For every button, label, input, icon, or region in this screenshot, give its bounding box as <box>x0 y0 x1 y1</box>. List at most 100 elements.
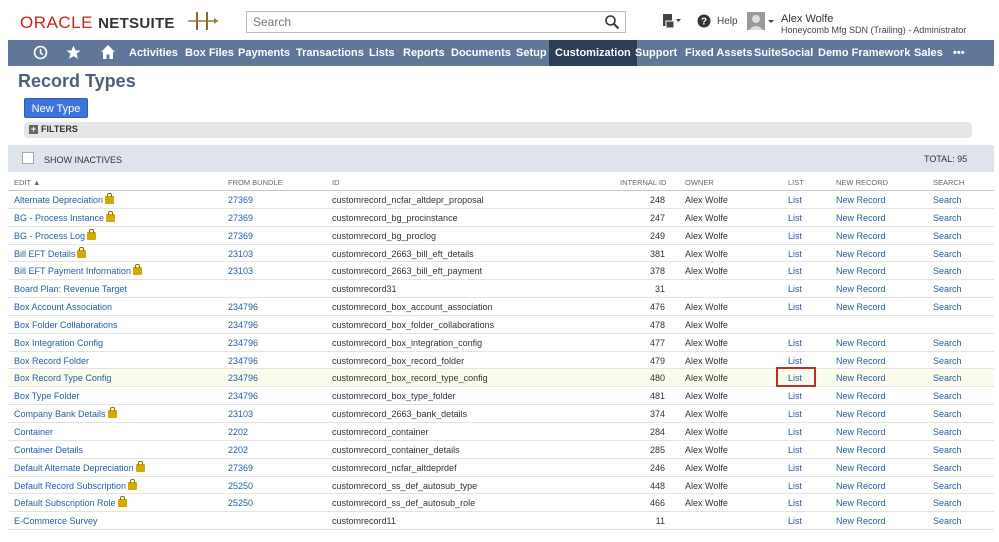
nav-customization[interactable]: Customization <box>549 40 637 66</box>
record-type-name-link[interactable]: Default Alternate Depreciation <box>14 460 145 473</box>
list-link[interactable]: List <box>788 391 802 401</box>
list-link[interactable]: List <box>788 249 802 259</box>
bundle-link[interactable]: 27369 <box>228 463 253 473</box>
bundle-link[interactable]: 27369 <box>228 213 253 223</box>
new-record-link[interactable]: New Record <box>836 266 886 276</box>
new-record-link[interactable]: New Record <box>836 356 886 366</box>
new-type-button[interactable]: New Type <box>24 98 88 118</box>
record-type-name-link[interactable]: Container Details <box>14 445 83 455</box>
list-link[interactable]: List <box>788 498 802 508</box>
nav-suitesocial[interactable]: SuiteSocial <box>754 40 813 66</box>
new-record-link[interactable]: New Record <box>836 213 886 223</box>
record-type-name-link[interactable]: Box Record Type Config <box>14 373 111 383</box>
search-link[interactable]: Search <box>933 266 962 276</box>
search-link[interactable]: Search <box>933 427 962 437</box>
shortcuts-star-icon[interactable] <box>66 45 81 60</box>
record-type-name-link[interactable]: Bill EFT Payment Information <box>14 264 142 276</box>
record-type-name-link[interactable]: E-Commerce Survey <box>14 516 98 526</box>
record-type-name-link[interactable]: Box Account Association <box>14 302 112 312</box>
new-record-link[interactable]: New Record <box>836 409 886 419</box>
record-type-name-link[interactable]: Company Bank Details <box>14 407 117 419</box>
col-id[interactable]: ID <box>332 178 340 187</box>
company-logo-icon[interactable] <box>186 10 220 32</box>
bundle-link[interactable]: 234796 <box>228 391 258 401</box>
new-record-link[interactable]: New Record <box>836 481 886 491</box>
netsuite-logo[interactable]: ORACLE NETSUITE <box>20 13 175 33</box>
bundle-link[interactable]: 234796 <box>228 302 258 312</box>
col-internal-id[interactable]: INTERNAL ID <box>620 178 666 187</box>
col-edit[interactable]: EDIT ▲ <box>14 178 40 187</box>
search-link[interactable]: Search <box>933 302 962 312</box>
nav-documents[interactable]: Documents <box>451 40 511 66</box>
list-link[interactable]: List <box>788 302 802 312</box>
recent-records-icon[interactable] <box>33 45 48 60</box>
new-record-link[interactable]: New Record <box>836 463 886 473</box>
search-link[interactable]: Search <box>933 249 962 259</box>
bundle-link[interactable]: 234796 <box>228 338 258 348</box>
search-link[interactable]: Search <box>933 445 962 455</box>
show-inactives-checkbox[interactable] <box>22 152 34 164</box>
help-link[interactable]: Help <box>717 16 738 27</box>
bundle-link[interactable]: 2202 <box>228 427 248 437</box>
nav-payments[interactable]: Payments <box>238 40 290 66</box>
new-record-link[interactable]: New Record <box>836 284 886 294</box>
new-record-link[interactable]: New Record <box>836 338 886 348</box>
search-link[interactable]: Search <box>933 498 962 508</box>
bundle-link[interactable]: 2202 <box>228 445 248 455</box>
expand-plus-icon[interactable]: + <box>29 125 38 134</box>
list-link[interactable]: List <box>788 213 802 223</box>
nav-lists[interactable]: Lists <box>369 40 395 66</box>
nav-reports[interactable]: Reports <box>403 40 445 66</box>
bundle-link[interactable]: 27369 <box>228 195 253 205</box>
record-type-name-link[interactable]: BG - Process Instance <box>14 210 116 223</box>
search-link[interactable]: Search <box>933 338 962 348</box>
search-link[interactable]: Search <box>933 284 962 294</box>
list-link[interactable]: List <box>788 409 802 419</box>
nav-more-icon[interactable]: ••• <box>953 40 965 66</box>
search-link[interactable]: Search <box>933 213 962 223</box>
search-link[interactable]: Search <box>933 409 962 419</box>
search-input[interactable] <box>247 12 587 32</box>
new-record-link[interactable]: New Record <box>836 427 886 437</box>
record-type-name-link[interactable]: Board Plan: Revenue Target <box>14 284 127 294</box>
bundle-link[interactable]: 23103 <box>228 266 253 276</box>
new-record-link[interactable]: New Record <box>836 516 886 526</box>
bundle-link[interactable]: 234796 <box>228 356 258 366</box>
list-link[interactable]: List <box>788 338 802 348</box>
new-record-link[interactable]: New Record <box>836 195 886 205</box>
user-name[interactable]: Alex Wolfe <box>781 13 833 25</box>
col-owner[interactable]: OWNER <box>685 178 714 187</box>
col-search[interactable]: SEARCH <box>933 178 964 187</box>
new-record-link[interactable]: New Record <box>836 391 886 401</box>
bundle-link[interactable]: 23103 <box>228 409 253 419</box>
record-type-name-link[interactable]: Box Type Folder <box>14 391 79 401</box>
record-type-name-link[interactable]: Alternate Depreciation <box>14 193 115 205</box>
record-type-name-link[interactable]: Container <box>14 427 53 437</box>
bundle-link[interactable]: 27369 <box>228 231 253 241</box>
col-list[interactable]: LIST <box>788 178 804 187</box>
bundle-link[interactable]: 234796 <box>228 373 258 383</box>
record-type-name-link[interactable]: Box Folder Collaborations <box>14 320 118 330</box>
record-type-name-link[interactable]: Bill EFT Details <box>14 246 87 259</box>
help-icon[interactable]: ? <box>697 14 711 28</box>
global-search[interactable] <box>246 11 626 33</box>
nav-activities[interactable]: Activities <box>129 40 178 66</box>
bundle-link[interactable]: 234796 <box>228 320 258 330</box>
record-type-name-link[interactable]: Box Integration Config <box>14 338 103 348</box>
search-link[interactable]: Search <box>933 231 962 241</box>
nav-box-files[interactable]: Box Files <box>185 40 234 66</box>
list-link[interactable]: List <box>788 427 802 437</box>
search-link[interactable]: Search <box>933 463 962 473</box>
list-link[interactable]: List <box>788 356 802 366</box>
new-record-link[interactable]: New Record <box>836 302 886 312</box>
search-link[interactable]: Search <box>933 356 962 366</box>
search-link[interactable]: Search <box>933 391 962 401</box>
list-link[interactable]: List <box>788 516 802 526</box>
filters-bar[interactable]: + FILTERS <box>24 122 972 138</box>
record-type-name-link[interactable]: BG - Process Log <box>14 228 97 241</box>
nav-demo-framework[interactable]: Demo Framework <box>818 40 910 66</box>
list-link[interactable]: List <box>788 481 802 491</box>
search-icon[interactable] <box>604 14 620 30</box>
new-record-link[interactable]: New Record <box>836 498 886 508</box>
list-link[interactable]: List <box>788 284 802 294</box>
